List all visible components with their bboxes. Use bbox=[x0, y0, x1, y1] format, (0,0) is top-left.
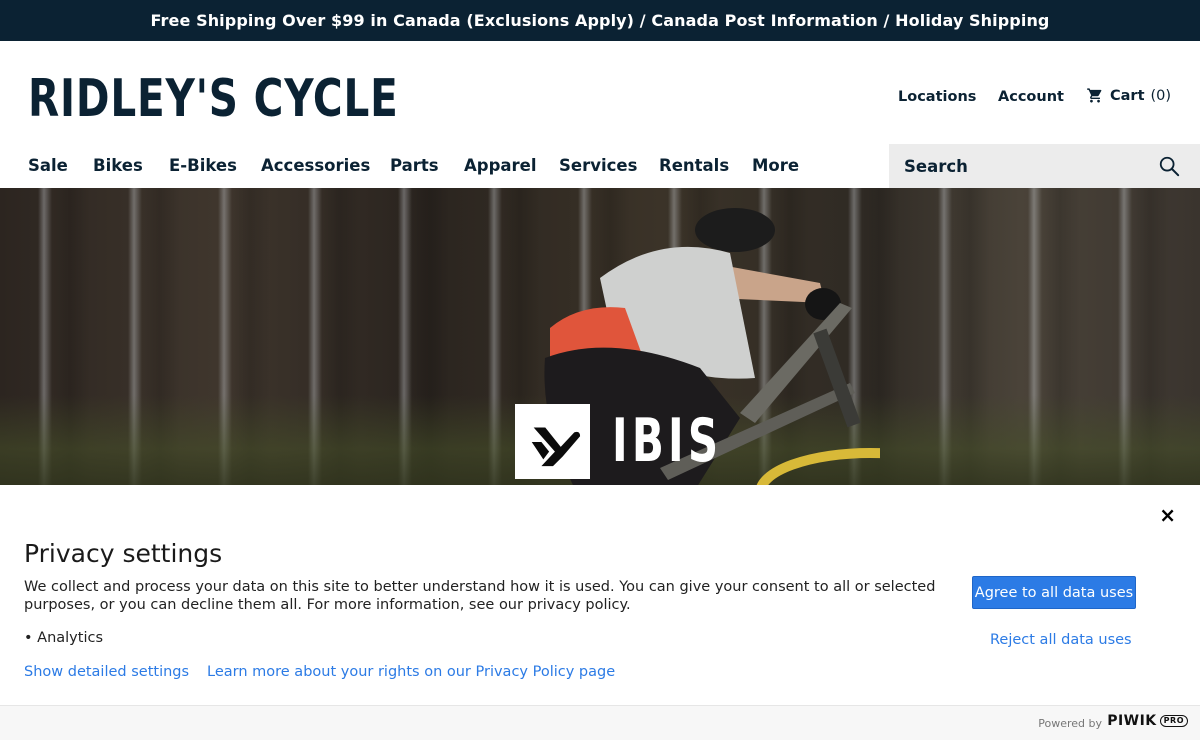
privacy-description: We collect and process your data on this… bbox=[24, 579, 936, 613]
nav-item-sale[interactable]: Sale bbox=[28, 156, 68, 175]
consent-footer: Powered by PIWIK PRO bbox=[0, 705, 1200, 740]
search-bar bbox=[889, 144, 1200, 188]
cart-count: (0) bbox=[1150, 87, 1172, 104]
purpose-analytics: • Analytics bbox=[24, 630, 104, 646]
privacy-settings-panel: × Privacy settings We collect and proces… bbox=[0, 485, 1200, 705]
show-detailed-settings-link[interactable]: Show detailed settings bbox=[24, 664, 189, 680]
cart-icon bbox=[1087, 88, 1102, 103]
privacy-title: Privacy settings bbox=[24, 539, 223, 568]
account-link[interactable]: Account bbox=[998, 89, 1064, 105]
ibis-logo-text: IBIS bbox=[612, 406, 723, 476]
announcement-text[interactable]: Free Shipping Over $99 in Canada (Exclus… bbox=[151, 11, 1050, 30]
ibis-logo-badge bbox=[515, 404, 590, 479]
site-header: RIDLEY'S CYCLE Locations Account Cart (0… bbox=[0, 41, 1200, 147]
piwik-brand: PIWIK bbox=[1107, 713, 1157, 729]
cart-label: Cart bbox=[1110, 87, 1145, 104]
nav-item-e-bikes[interactable]: E-Bikes bbox=[169, 156, 237, 175]
powered-by-label: Powered by bbox=[1038, 717, 1102, 730]
privacy-policy-link[interactable]: Learn more about your rights on our Priv… bbox=[207, 664, 615, 680]
main-nav: Sale Bikes E-Bikes Accessories Parts App… bbox=[0, 147, 889, 188]
agree-all-button[interactable]: Agree to all data uses bbox=[972, 576, 1136, 609]
nav-item-services[interactable]: Services bbox=[559, 156, 637, 175]
site-logo[interactable]: RIDLEY'S CYCLE bbox=[28, 69, 399, 129]
nav-item-more[interactable]: More bbox=[752, 156, 799, 175]
piwik-pro-logo[interactable]: PIWIK PRO bbox=[1107, 713, 1188, 729]
nav-item-accessories[interactable]: Accessories bbox=[261, 156, 370, 175]
nav-item-rentals[interactable]: Rentals bbox=[659, 156, 729, 175]
announcement-bar: Free Shipping Over $99 in Canada (Exclus… bbox=[0, 0, 1200, 41]
search-input[interactable] bbox=[889, 156, 1139, 176]
pro-badge: PRO bbox=[1159, 715, 1188, 727]
close-icon[interactable]: × bbox=[1159, 503, 1176, 527]
hero-banner[interactable]: IBIS bbox=[0, 188, 1200, 485]
ibis-bird-icon bbox=[531, 427, 580, 466]
locations-link[interactable]: Locations bbox=[898, 89, 976, 105]
nav-item-bikes[interactable]: Bikes bbox=[93, 156, 143, 175]
nav-item-parts[interactable]: Parts bbox=[390, 156, 439, 175]
nav-item-apparel[interactable]: Apparel bbox=[464, 156, 537, 175]
search-icon[interactable] bbox=[1158, 155, 1180, 177]
cart-link[interactable]: Cart (0) bbox=[1086, 87, 1171, 104]
reject-all-link[interactable]: Reject all data uses bbox=[990, 632, 1132, 648]
